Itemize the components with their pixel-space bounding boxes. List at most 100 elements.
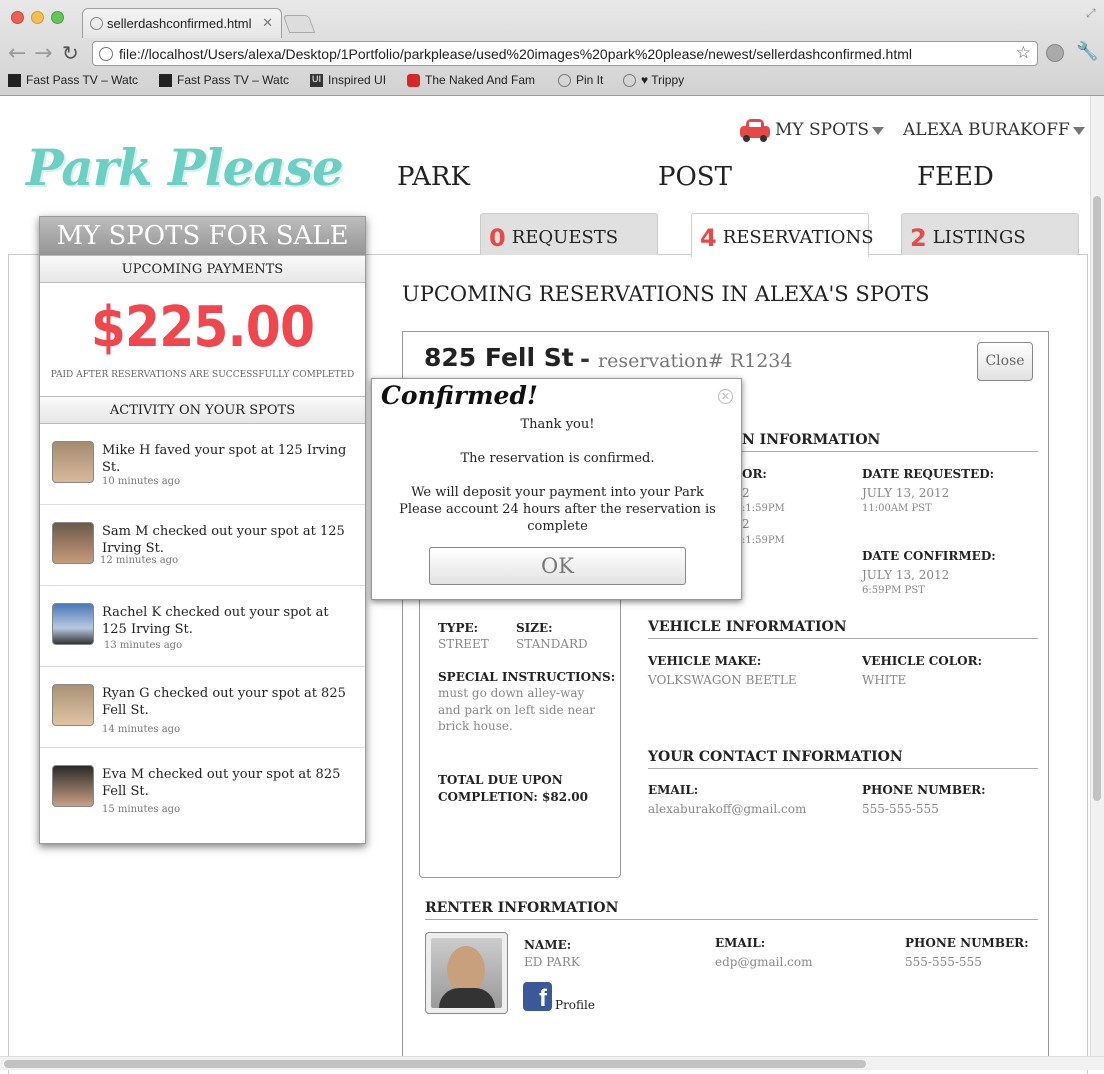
- partial-label: OR:: [742, 467, 767, 481]
- bookmark-naked-and-famous[interactable]: The Naked And Fam: [407, 73, 535, 89]
- user-menu[interactable]: ALEXA BURAKOFF: [903, 120, 1085, 140]
- renter-avatar: [425, 932, 508, 1014]
- date-confirmed-label: DATE CONFIRMED:: [862, 549, 996, 563]
- car-icon: [740, 119, 770, 142]
- special-instructions: brick house.: [438, 719, 513, 733]
- avatar: [52, 441, 94, 483]
- phone-value: 555-555-555: [862, 802, 939, 816]
- chevron-down-icon: [1072, 126, 1085, 135]
- partial-value: 2: [742, 517, 750, 531]
- date-requested-label: DATE REQUESTED:: [862, 467, 995, 481]
- tab-reservations[interactable]: 4 RESERVATIONS: [691, 213, 874, 257]
- bookmark-pin-it[interactable]: Pin It: [558, 73, 603, 89]
- scroll-thumb[interactable]: [1093, 196, 1101, 801]
- horizontal-scrollbar[interactable]: [0, 1056, 1104, 1070]
- my-spots-panel: MY SPOTS FOR SALE UPCOMING PAYMENTS $225…: [39, 216, 366, 844]
- renter-name-label: NAME:: [524, 938, 572, 952]
- bookmark-star-icon[interactable]: ☆: [1016, 43, 1031, 63]
- vertical-scrollbar[interactable]: [1090, 96, 1104, 1056]
- tab-listings[interactable]: 2 LISTINGS: [901, 213, 1079, 255]
- activity-item[interactable]: Ryan G checked out your spot at 825 Fell…: [40, 667, 365, 748]
- close-icon[interactable]: ✕: [718, 389, 733, 404]
- type-label: TYPE:: [438, 621, 479, 635]
- dialog-deposit: Please account 24 hours after the reserv…: [399, 502, 716, 517]
- reload-icon[interactable]: ↻: [62, 41, 79, 65]
- nav-post[interactable]: POST: [658, 162, 732, 192]
- scroll-thumb[interactable]: [4, 1060, 866, 1068]
- type-value: STREET: [438, 637, 489, 651]
- activity-item[interactable]: Sam M checked out your spot at 125 Irvin…: [40, 505, 365, 586]
- phone-label: PHONE NUMBER:: [862, 783, 986, 797]
- globe-icon: [623, 74, 636, 87]
- minimize-window-button[interactable]: [31, 11, 44, 24]
- fullscreen-icon[interactable]: ⤢: [1086, 6, 1096, 21]
- dialog-confirmed: The reservation is confirmed.: [460, 451, 655, 466]
- tab-label: REQUESTS: [511, 227, 619, 248]
- globe-icon: [99, 47, 113, 61]
- zoom-window-button[interactable]: [51, 11, 64, 24]
- special-instructions: and park on left side near: [438, 703, 596, 717]
- vehicle-make-label: VEHICLE MAKE:: [648, 654, 762, 668]
- back-icon[interactable]: ←: [8, 41, 26, 66]
- partial-value: :1:59PM: [742, 503, 785, 514]
- ui-icon: UI: [310, 74, 323, 87]
- reservation-info-header: N INFORMATION: [742, 432, 1038, 452]
- forward-icon[interactable]: →: [34, 41, 52, 66]
- size-value: STANDARD: [516, 637, 588, 651]
- close-button[interactable]: Close: [977, 342, 1033, 381]
- email-label: EMAIL:: [648, 783, 699, 797]
- activity-text: Sam M checked out your spot at 125 Irvin…: [102, 524, 345, 556]
- activity-item[interactable]: Eva M checked out your spot at 825 Fell …: [40, 748, 365, 829]
- bookmark-trippy[interactable]: ♥ Trippy: [623, 73, 684, 89]
- nav-park[interactable]: PARK: [397, 162, 470, 192]
- special-instructions: must go down alley-way: [438, 686, 585, 700]
- browser-tab[interactable]: sellerdashconfirmed.html ✕: [82, 8, 282, 38]
- dialog-title: Confirmed!: [381, 381, 538, 410]
- activity-header: ACTIVITY ON YOUR SPOTS: [40, 396, 365, 424]
- extension-icon[interactable]: [1046, 44, 1064, 62]
- renter-phone-label: PHONE NUMBER:: [905, 936, 1029, 950]
- avatar: [52, 684, 94, 726]
- ok-button[interactable]: OK: [429, 547, 686, 585]
- close-window-button[interactable]: [11, 11, 24, 24]
- partial-value: :1:59PM: [742, 535, 785, 546]
- confirmation-dialog: Confirmed! ✕ Thank you! The reservation …: [371, 378, 742, 600]
- spot-address: 825 Fell St: [424, 343, 574, 372]
- tab-title: sellerdashconfirmed.html: [107, 16, 252, 31]
- bookmark-fastpass-1[interactable]: Fast Pass TV – Watc: [8, 73, 138, 89]
- facebook-icon[interactable]: f: [523, 982, 552, 1012]
- my-spots-menu[interactable]: MY SPOTS: [775, 120, 885, 140]
- globe-icon: [558, 74, 571, 87]
- activity-time: 15 minutes ago: [102, 804, 181, 815]
- listings-count: 2: [910, 224, 927, 252]
- address-bar[interactable]: file://localhost/Users/alexa/Desktop/1Po…: [92, 41, 1038, 66]
- nav-feed[interactable]: FEED: [917, 162, 994, 192]
- dialog-deposit: We will deposit your payment into your P…: [411, 485, 704, 500]
- activity-time: 12 minutes ago: [100, 555, 179, 566]
- paid-note: PAID AFTER RESERVATIONS ARE SUCCESSFULLY…: [50, 370, 355, 380]
- activity-item[interactable]: Mike H faved your spot at 125 Irving St.…: [40, 424, 365, 505]
- renter-email: edp@gmail.com: [715, 955, 813, 969]
- bookmark-fastpass-2[interactable]: Fast Pass TV – Watc: [159, 73, 289, 89]
- page-title: UPCOMING RESERVATIONS IN ALEXA'S SPOTS: [402, 282, 930, 306]
- activity-text: Rachel K checked out your spot at 125 Ir…: [102, 605, 329, 637]
- new-tab-button[interactable]: [282, 15, 316, 33]
- dialog-thanks: Thank you!: [520, 417, 595, 432]
- tab-label: LISTINGS: [932, 227, 1026, 248]
- close-tab-icon[interactable]: ✕: [262, 15, 273, 31]
- bookmark-inspired-ui[interactable]: UI Inspired UI: [310, 73, 386, 89]
- activity-item[interactable]: Rachel K checked out your spot at 125 Ir…: [40, 586, 365, 667]
- wrench-icon[interactable]: 🔧: [1076, 41, 1098, 62]
- renter-info-header: RENTER INFORMATION: [425, 900, 1038, 920]
- youtube-icon: [407, 74, 420, 87]
- vehicle-color-label: VEHICLE COLOR:: [862, 654, 983, 668]
- tv-icon: [159, 74, 172, 87]
- email-value: alexaburakoff@gmail.com: [648, 802, 807, 816]
- activity-text: Mike H faved your spot at 125 Irving St.: [102, 443, 347, 475]
- tab-requests[interactable]: 0 REQUESTS: [480, 213, 658, 255]
- profile-link[interactable]: Profile: [555, 998, 595, 1012]
- page-icon: [90, 17, 103, 30]
- separator-dash: -: [580, 345, 590, 373]
- contact-info-header: YOUR CONTACT INFORMATION: [648, 749, 1038, 769]
- logo[interactable]: Park Please: [26, 138, 344, 197]
